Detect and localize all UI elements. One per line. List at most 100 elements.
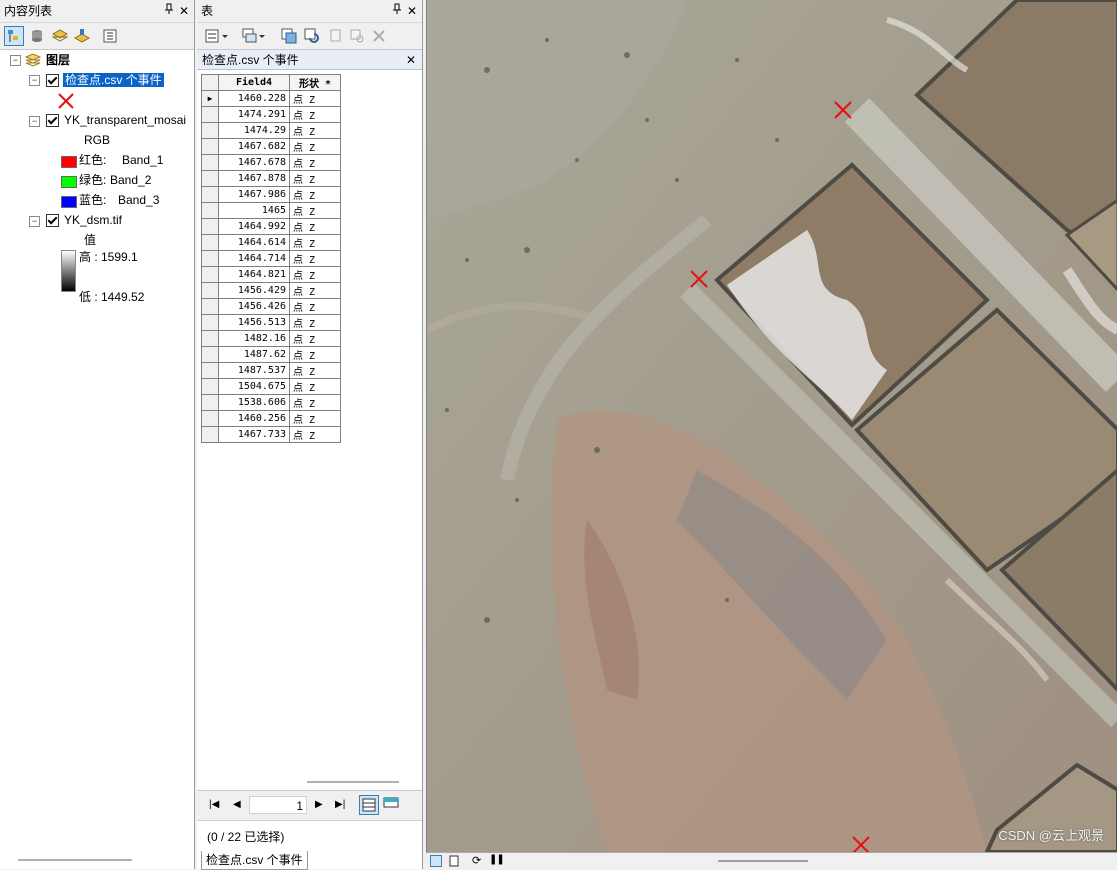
select-by-attributes-button[interactable] [279, 26, 299, 46]
layer-name-mosaic[interactable]: YK_transparent_mosai [64, 111, 192, 129]
row-selector[interactable] [201, 266, 219, 283]
cell-shape[interactable]: 点 Z [289, 282, 341, 299]
cell-shape[interactable]: 点 Z [289, 266, 341, 283]
table-row[interactable]: 1467.733 点 Z [201, 426, 341, 443]
table-row[interactable]: 1474.29 点 Z [201, 122, 341, 139]
row-selector[interactable] [201, 346, 219, 363]
table-row[interactable]: 1456.429 点 Z [201, 282, 341, 299]
row-selector[interactable] [201, 426, 219, 443]
cell-shape[interactable]: 点 Z [289, 170, 341, 187]
next-record-button[interactable]: ▶ [315, 799, 323, 810]
cell-field4[interactable]: 1487.537 [218, 362, 290, 379]
cell-shape[interactable]: 点 Z [289, 154, 341, 171]
zoom-to-selected-button[interactable] [347, 26, 367, 46]
checkpoint-marker[interactable] [690, 270, 708, 288]
table-row[interactable]: 1464.992 点 Z [201, 218, 341, 235]
table-row[interactable]: 1467.878 点 Z [201, 170, 341, 187]
table-row[interactable]: 1482.16 点 Z [201, 330, 341, 347]
table-horizontal-scrollbar[interactable] [307, 781, 399, 783]
table-row[interactable]: 1456.426 点 Z [201, 298, 341, 315]
delete-selected-button[interactable] [369, 26, 389, 46]
layer-expander-mosaic[interactable]: − [29, 116, 40, 127]
cell-field4[interactable]: 1538.606 [218, 394, 290, 411]
row-selector[interactable] [201, 202, 219, 219]
cell-field4[interactable]: 1504.675 [218, 378, 290, 395]
row-selector[interactable] [201, 106, 219, 123]
list-by-selection-button[interactable] [72, 26, 92, 46]
cell-field4[interactable]: 1456.429 [218, 282, 290, 299]
row-selector[interactable] [201, 378, 219, 395]
clear-selection-button[interactable] [326, 26, 346, 46]
cell-shape[interactable]: 点 Z [289, 298, 341, 315]
table-row[interactable]: 1456.513 点 Z [201, 314, 341, 331]
cell-shape[interactable]: 点 Z [289, 202, 341, 219]
layer-expander-dsm[interactable]: − [29, 216, 40, 227]
cell-field4[interactable]: 1487.62 [218, 346, 290, 363]
previous-record-button[interactable]: ◀ [233, 799, 241, 810]
table-row[interactable]: 1464.821 点 Z [201, 266, 341, 283]
cell-shape[interactable]: 点 Z [289, 330, 341, 347]
table-row[interactable]: 1474.291 点 Z [201, 106, 341, 123]
map-horizontal-scrollbar[interactable] [718, 860, 808, 862]
row-selector[interactable] [201, 154, 219, 171]
data-view-button[interactable] [430, 855, 442, 867]
row-selector[interactable] [201, 282, 219, 299]
cell-field4[interactable]: 1474.291 [218, 106, 290, 123]
column-header-field4[interactable]: Field4 [218, 74, 290, 91]
table-row[interactable]: 1464.714 点 Z [201, 250, 341, 267]
table-row[interactable]: 1467.682 点 Z [201, 138, 341, 155]
cell-shape[interactable]: 点 Z [289, 186, 341, 203]
refresh-button[interactable]: ⟳ [472, 854, 481, 867]
row-selector[interactable] [201, 218, 219, 235]
layer-checkbox-checkpoints[interactable] [46, 74, 59, 87]
show-all-records-button[interactable] [359, 795, 379, 815]
list-by-visibility-button[interactable] [50, 26, 70, 46]
first-record-button[interactable]: |◀ [209, 799, 219, 810]
layer-name-dsm[interactable]: YK_dsm.tif [64, 211, 122, 229]
column-header-shape[interactable]: 形状 * [289, 74, 341, 91]
checkpoint-marker[interactable] [834, 101, 852, 119]
table-row[interactable]: 1487.62 点 Z [201, 346, 341, 363]
cell-shape[interactable]: 点 Z [289, 218, 341, 235]
table-options-button[interactable] [203, 26, 231, 46]
cell-field4[interactable]: 1467.678 [218, 154, 290, 171]
cell-field4[interactable]: 1464.714 [218, 250, 290, 267]
cell-field4[interactable]: 1456.513 [218, 314, 290, 331]
layout-view-button[interactable] [448, 855, 460, 870]
row-selector[interactable] [201, 394, 219, 411]
pause-drawing-button[interactable]: ❚❚ [489, 854, 505, 865]
layer-name-checkpoints[interactable]: 检查点.csv 个事件 [63, 71, 164, 89]
record-number-field[interactable]: 1 [249, 796, 307, 814]
row-selector[interactable] [201, 170, 219, 187]
row-selector[interactable] [201, 330, 219, 347]
cell-field4[interactable]: 1467.733 [218, 426, 290, 443]
cell-field4[interactable]: 1464.992 [218, 218, 290, 235]
cell-field4[interactable]: 1474.29 [218, 122, 290, 139]
cell-field4[interactable]: 1482.16 [218, 330, 290, 347]
list-by-source-button[interactable] [27, 26, 47, 46]
table-row[interactable]: 1464.614 点 Z [201, 234, 341, 251]
cell-shape[interactable]: 点 Z [289, 250, 341, 267]
cell-shape[interactable]: 点 Z [289, 122, 341, 139]
map-view[interactable]: CSDN @云上观景 [426, 0, 1117, 852]
layer-checkbox-mosaic[interactable] [46, 114, 59, 127]
table-tab-header[interactable]: 检查点.csv 个事件 ✕ [197, 50, 422, 70]
layers-root-expander[interactable]: − [10, 55, 21, 66]
cell-shape[interactable]: 点 Z [289, 234, 341, 251]
table-row[interactable]: 1467.678 点 Z [201, 154, 341, 171]
row-selector[interactable] [201, 138, 219, 155]
options-button[interactable] [100, 26, 120, 46]
table-bottom-tab[interactable]: 检查点.csv 个事件 [201, 851, 308, 870]
list-by-drawing-order-button[interactable] [4, 26, 24, 46]
toc-horizontal-scrollbar[interactable] [18, 859, 132, 861]
cell-shape[interactable]: 点 Z [289, 362, 341, 379]
cell-shape[interactable]: 点 Z [289, 90, 341, 107]
row-selector[interactable] [201, 298, 219, 315]
cell-shape[interactable]: 点 Z [289, 138, 341, 155]
row-selector[interactable] [201, 250, 219, 267]
table-row[interactable]: ▶ 1460.228 点 Z [201, 90, 341, 107]
pin-icon[interactable] [164, 0, 174, 22]
cell-shape[interactable]: 点 Z [289, 426, 341, 443]
row-selector[interactable] [201, 186, 219, 203]
row-selector[interactable] [201, 122, 219, 139]
